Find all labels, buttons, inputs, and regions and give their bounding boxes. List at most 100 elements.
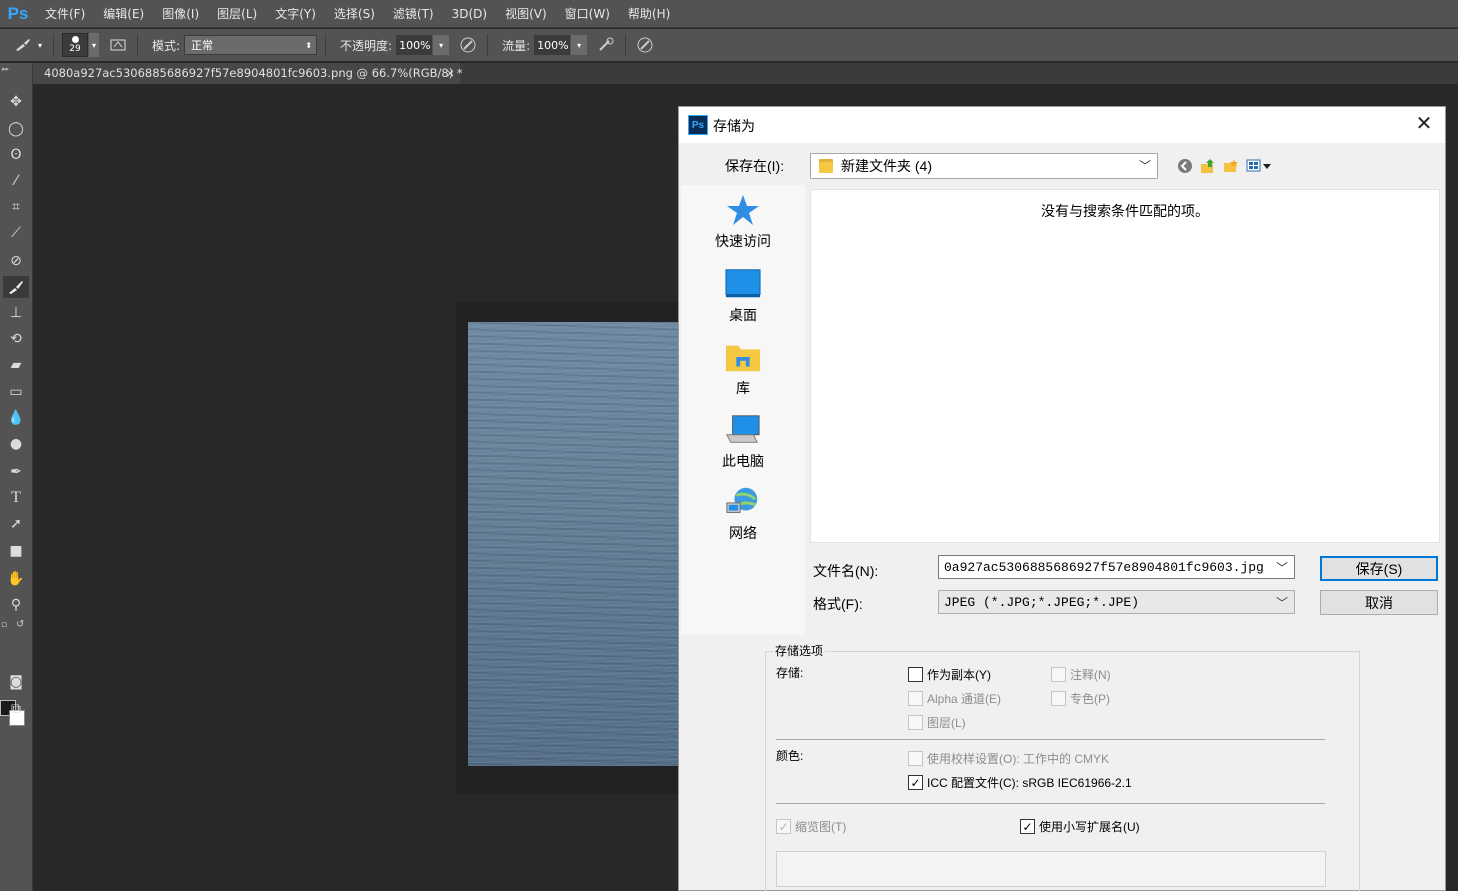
back-icon[interactable] (1176, 157, 1194, 175)
brush-size-dropdown[interactable]: ▾ (89, 33, 99, 57)
lowercase-extension-checkbox[interactable]: ✓ 使用小写扩展名(U) (1020, 818, 1140, 835)
stamp-icon[interactable]: ⊥ (3, 302, 29, 324)
save-in-select[interactable]: 新建文件夹 (4) ﹀ (810, 153, 1158, 179)
proof-setup-checkbox[interactable]: 使用校样设置(O): 工作中的 CMYK (908, 750, 1109, 767)
filename-input[interactable]: 0a927ac5306885686927f57e8904801fc9603.jp… (938, 555, 1295, 579)
new-folder-icon[interactable] (1222, 157, 1240, 175)
default-colors-icon[interactable]: ▫ (1, 620, 7, 630)
menu-type[interactable]: 文字(Y) (266, 0, 325, 28)
screen-mode-icon[interactable]: ⧉ (3, 698, 29, 720)
view-menu-icon[interactable] (1245, 157, 1273, 175)
preset-dropdown-arrow[interactable]: ▾ (35, 33, 45, 57)
notes-label: 注释(N) (1070, 668, 1111, 682)
star-icon (725, 193, 761, 227)
dodge-icon[interactable]: ● (3, 433, 29, 455)
divider (776, 739, 1325, 740)
opacity-value: 100% (399, 38, 431, 52)
menu-layer[interactable]: 图层(L) (208, 0, 266, 28)
rectangle-icon[interactable]: ■ (3, 540, 29, 562)
place-label: 此电脑 (722, 453, 764, 469)
quick-select-icon[interactable]: ⁄ (3, 170, 29, 192)
crop-icon[interactable]: ⌗ (3, 196, 29, 218)
document-tab[interactable]: 4080a927ac5306885686927f57e8904801fc9603… (33, 63, 463, 84)
chevron-down-icon[interactable]: ﹀ (1276, 559, 1288, 576)
notes-checkbox[interactable]: 注释(N) (1051, 666, 1111, 683)
thumbnail-checkbox[interactable]: ✓ 缩览图(T) (776, 818, 846, 835)
menu-image[interactable]: 图像(I) (153, 0, 208, 28)
desktop-icon (725, 267, 761, 301)
lowercase-extension-label: 使用小写扩展名(U) (1039, 820, 1140, 834)
as-copy-checkbox[interactable]: 作为副本(Y) (908, 666, 991, 683)
menu-select[interactable]: 选择(S) (325, 0, 384, 28)
place-network[interactable]: 网络 (681, 485, 805, 543)
empty-message: 没有与搜索条件匹配的项。 (1041, 203, 1209, 219)
type-icon[interactable]: T (3, 487, 29, 509)
filename-label: 文件名(N): (813, 563, 879, 579)
healing-icon[interactable]: ⊘ (3, 250, 29, 272)
brush-tool-preset-icon[interactable] (12, 34, 34, 56)
color-section-label: 颜色: (776, 749, 804, 763)
thumbnail-label: 缩览图(T) (795, 820, 847, 834)
icc-profile-checkbox[interactable]: ✓ ICC 配置文件(C): sRGB IEC61966-2.1 (908, 774, 1132, 791)
menu-3d[interactable]: 3D(D) (443, 0, 496, 28)
close-icon[interactable]: ✕ (1413, 113, 1435, 135)
zoom-icon[interactable]: ⚲ (3, 594, 29, 616)
menu-filter[interactable]: 滤镜(T) (384, 0, 443, 28)
network-icon (725, 485, 761, 519)
history-brush-icon[interactable]: ⟲ (3, 328, 29, 350)
flow-input[interactable]: 100% (534, 35, 571, 55)
chevron-down-icon: ﹀ (1275, 596, 1288, 610)
menu-view[interactable]: 视图(V) (496, 0, 556, 28)
water-photo[interactable] (468, 322, 688, 766)
path-select-icon[interactable]: ➚ (3, 513, 29, 535)
save-button[interactable]: 保存(S) (1320, 556, 1438, 581)
flow-slider-dropdown[interactable]: ▾ (571, 35, 588, 55)
lasso-icon[interactable]: ʘ (3, 144, 29, 166)
file-list[interactable]: 没有与搜索条件匹配的项。 (810, 189, 1440, 543)
cancel-button[interactable]: 取消 (1320, 590, 1438, 615)
panel-collapse-icon[interactable]: ▸▸ (2, 65, 9, 73)
eyedropper-icon[interactable]: ⟋ (3, 222, 29, 244)
marquee-icon[interactable]: ◯ (3, 118, 29, 140)
blend-mode-select[interactable]: 正常 ⬍ (184, 35, 318, 55)
layers-checkbox[interactable]: 图层(L) (908, 714, 966, 731)
menu-file[interactable]: 文件(F) (36, 0, 94, 28)
close-tab-icon[interactable]: × (445, 63, 455, 84)
warning-message-box (776, 851, 1326, 887)
brush-size-picker[interactable]: 29 (62, 33, 88, 57)
menu-window[interactable]: 窗口(W) (556, 0, 619, 28)
place-library[interactable]: 库 (681, 340, 805, 398)
checkbox-box (908, 691, 923, 706)
pen-icon[interactable]: ✒ (3, 461, 29, 483)
swap-colors-icon[interactable]: ↺ (16, 619, 24, 630)
place-desktop[interactable]: 桌面 (681, 267, 805, 325)
hand-icon[interactable]: ✋ (3, 568, 29, 590)
tools-panel: ▸▸ ✥ ◯ ʘ ⁄ ⌗ ⟋ ⊘ ⊥ ⟲ ▰ ▭ 💧 ● ✒ T ➚ ■ ✋ ⚲… (0, 63, 33, 891)
place-this-pc[interactable]: 此电脑 (681, 413, 805, 471)
blur-icon[interactable]: 💧 (3, 407, 29, 429)
airbrush-icon[interactable] (595, 34, 617, 56)
flow-value: 100% (537, 38, 569, 52)
pressure-size-icon[interactable] (634, 34, 656, 56)
menu-edit[interactable]: 编辑(E) (94, 0, 153, 28)
menu-help[interactable]: 帮助(H) (619, 0, 679, 28)
eraser-icon[interactable]: ▰ (3, 354, 29, 376)
alpha-channels-checkbox[interactable]: Alpha 通道(E) (908, 690, 1001, 707)
checkmark-icon: ✓ (908, 775, 923, 790)
dialog-titlebar[interactable]: Ps 存储为 ✕ (679, 107, 1445, 143)
move-icon[interactable]: ✥ (3, 91, 29, 113)
up-folder-icon[interactable] (1199, 157, 1217, 175)
brush-panel-toggle-icon[interactable] (107, 34, 129, 56)
place-quick-access[interactable]: 快速访问 (681, 193, 805, 251)
dialog-title: 存储为 (713, 118, 755, 134)
quick-mask-icon[interactable]: ◙ (3, 671, 29, 693)
as-copy-label: 作为副本(Y) (927, 668, 991, 682)
opacity-input[interactable]: 100% (396, 35, 433, 55)
pressure-opacity-icon[interactable] (457, 34, 479, 56)
brush-icon[interactable] (3, 276, 29, 298)
spot-colors-checkbox[interactable]: 专色(P) (1051, 690, 1110, 707)
brush-tip-icon (71, 36, 79, 43)
gradient-icon[interactable]: ▭ (3, 381, 29, 403)
opacity-slider-dropdown[interactable]: ▾ (433, 35, 450, 55)
format-select[interactable]: JPEG (*.JPG;*.JPEG;*.JPE) ﹀ (938, 590, 1295, 614)
